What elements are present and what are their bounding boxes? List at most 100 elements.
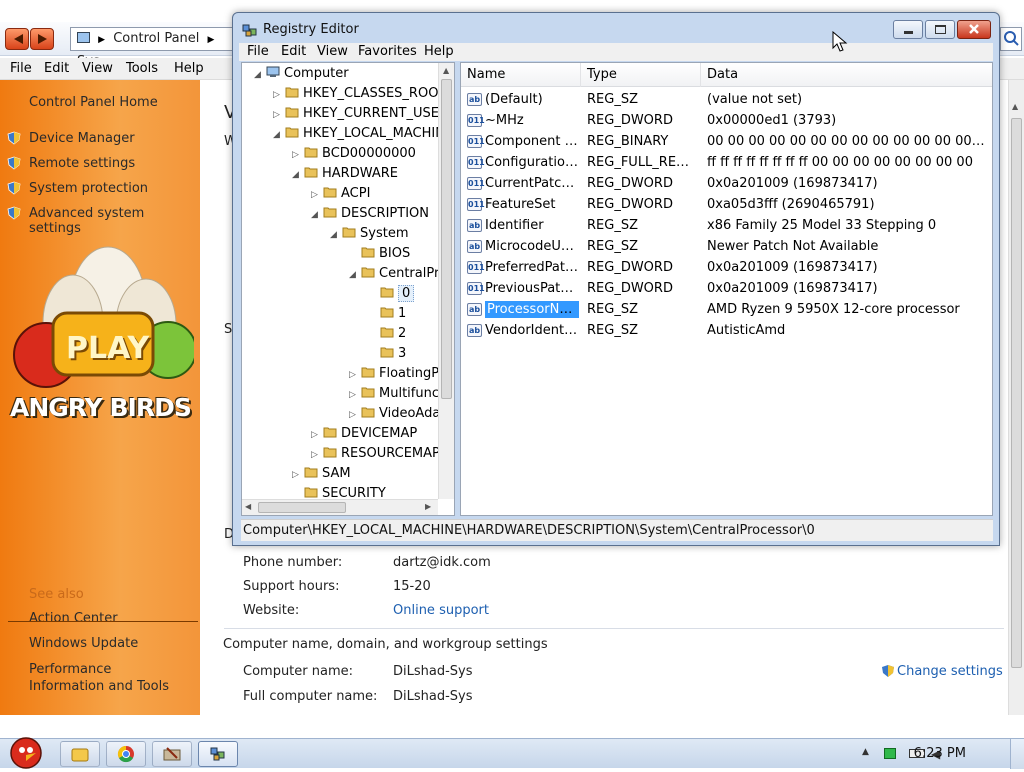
show-desktop-button[interactable] <box>1010 739 1024 769</box>
table-row[interactable]: ab (Default) REG_SZ (value not set) <box>461 89 992 110</box>
expand-arrow-icon[interactable]: ◢ <box>349 265 359 285</box>
menu-view[interactable]: View <box>82 61 113 76</box>
menu-file[interactable]: File <box>247 44 269 59</box>
tree-node[interactable]: 0 <box>368 284 415 304</box>
taskbar-clock[interactable]: 6:23 PM <box>914 746 966 761</box>
expand-arrow-icon[interactable]: ◢ <box>273 125 283 145</box>
expand-arrow-icon[interactable]: ◢ <box>292 165 302 185</box>
scroll-up-arrow[interactable]: ▲ <box>443 66 449 75</box>
scroll-thumb[interactable] <box>258 502 346 513</box>
tree-node[interactable]: ◢ Computer <box>254 64 349 84</box>
tree-node[interactable]: ◢ HARDWARE <box>292 164 398 184</box>
forward-button[interactable] <box>30 28 54 50</box>
control-panel-home-link[interactable]: Control Panel Home <box>29 95 158 110</box>
tree-node[interactable]: ▷ HKEY_CLASSES_ROOT <box>273 84 446 104</box>
tree-node[interactable]: BIOS <box>349 244 410 264</box>
column-header-data[interactable]: Data <box>701 63 992 87</box>
taskbar-explorer-button[interactable] <box>60 741 100 767</box>
table-row[interactable]: 011Configuration Data REG_FULL_RESOURCE_D… <box>461 152 992 173</box>
registry-key-tree[interactable]: ◢ Computer ▷ HKEY_CLASSES_ROOT ▷ HKEY_CURRENT… <box>241 62 455 516</box>
table-row[interactable]: abMicrocodeUpdateStatus REG_SZ Newer Patch… <box>461 236 992 257</box>
expand-arrow-icon[interactable]: ◢ <box>254 65 264 85</box>
registry-values-list[interactable]: Name Type Data ab (Default) REG_SZ (value n… <box>460 62 993 516</box>
table-row[interactable]: 011 FeatureSet REG_DWORD 0xa05d3fff (269046… <box>461 194 992 215</box>
tree-node[interactable]: ◢ DESCRIPTION <box>311 204 429 224</box>
taskbar-regedit-button[interactable] <box>198 741 238 767</box>
back-button[interactable] <box>5 28 29 50</box>
scroll-right-arrow[interactable]: ▶ <box>425 502 431 511</box>
tree-node[interactable]: ▷ DEVICEMAP <box>311 424 417 444</box>
search-button[interactable] <box>1000 27 1022 51</box>
tree-horizontal-scrollbar[interactable]: ◀ ▶ <box>242 499 438 515</box>
expand-arrow-icon[interactable]: ▷ <box>292 465 302 485</box>
action-center-link[interactable]: Action Center <box>29 611 118 626</box>
expand-arrow-icon[interactable]: ◢ <box>311 205 321 225</box>
network-icon[interactable] <box>884 748 896 759</box>
tree-node[interactable]: ▷ HKEY_CURRENT_USER <box>273 104 448 124</box>
show-hidden-icons-arrow[interactable]: ▲ <box>862 747 869 757</box>
menu-help[interactable]: Help <box>424 44 454 59</box>
registry-editor-window[interactable]: Registry Editor File Edit View Favorites… <box>232 12 1000 546</box>
expand-arrow-icon[interactable]: ▷ <box>349 405 359 425</box>
table-row[interactable]: 011 ~MHz REG_DWORD 0x00000ed1 (3793) <box>461 110 992 131</box>
tree-vertical-scrollbar[interactable]: ▲ <box>438 63 454 499</box>
expand-arrow-icon[interactable]: ▷ <box>311 185 321 205</box>
column-header-type[interactable]: Type <box>581 63 701 87</box>
shield-icon <box>7 156 21 170</box>
tree-node[interactable]: ▷ SAM <box>292 464 351 484</box>
table-row[interactable]: 011PreferredPatchLevel REG_DWORD 0x0a20100… <box>461 257 992 278</box>
menu-file[interactable]: File <box>10 61 32 76</box>
value-type: REG_DWORD <box>587 113 673 128</box>
control-panel-scrollbar[interactable]: ▲ <box>1008 80 1024 715</box>
menu-tools[interactable]: Tools <box>126 61 158 76</box>
close-button[interactable] <box>957 20 991 39</box>
system-protection-link[interactable]: System protection <box>29 181 148 196</box>
menu-help[interactable]: Help <box>174 61 204 76</box>
tree-node[interactable]: 3 <box>368 344 406 364</box>
minimize-button[interactable] <box>893 20 923 39</box>
device-manager-link[interactable]: Device Manager <box>29 131 135 146</box>
remote-settings-link[interactable]: Remote settings <box>29 156 135 171</box>
expand-arrow-icon[interactable]: ▷ <box>273 85 283 105</box>
expand-arrow-icon[interactable]: ▷ <box>311 445 321 465</box>
table-row[interactable]: ab VendorIdentifier REG_SZ AutisticAmd <box>461 320 992 341</box>
column-header-name[interactable]: Name <box>461 63 581 87</box>
menu-view[interactable]: View <box>317 44 348 59</box>
expand-arrow-icon[interactable]: ▷ <box>349 365 359 385</box>
start-button[interactable] <box>2 731 48 769</box>
performance-information-link[interactable]: Performance Information and Tools <box>29 661 189 695</box>
expand-arrow-icon[interactable]: ▷ <box>292 145 302 165</box>
expand-arrow-icon[interactable]: ▷ <box>311 425 321 445</box>
taskbar-app-button[interactable] <box>152 741 192 767</box>
expand-arrow-icon[interactable]: ◢ <box>330 225 340 245</box>
tree-node[interactable]: 2 <box>368 324 406 344</box>
maximize-button[interactable] <box>925 20 955 39</box>
tree-node[interactable]: ▷ RESOURCEMAP <box>311 444 440 464</box>
tree-node[interactable]: ◢ HKEY_LOCAL_MACHINE <box>273 124 453 144</box>
expand-arrow-icon[interactable]: ▷ <box>273 105 283 125</box>
address-input[interactable]: ▶ Control Panel ▶ Sys <box>70 27 240 69</box>
scroll-thumb[interactable] <box>441 79 452 399</box>
tree-node[interactable]: ◢ System <box>330 224 408 244</box>
change-settings-link[interactable]: Change settings <box>897 664 1003 679</box>
table-row[interactable]: 011PreviousPatchLevel REG_DWORD 0x0a201009… <box>461 278 992 299</box>
scroll-thumb[interactable] <box>1011 118 1022 668</box>
scroll-up-arrow[interactable]: ▲ <box>1012 102 1018 111</box>
advanced-system-settings-link[interactable]: Advanced system settings <box>29 206 200 236</box>
menu-edit[interactable]: Edit <box>44 61 69 76</box>
table-row[interactable]: abProcessorNameString REG_SZ AMD Ryzen 9 5… <box>461 299 992 320</box>
breadcrumb-control-panel[interactable]: Control Panel <box>113 31 199 46</box>
tree-node[interactable]: ▷ ACPI <box>311 184 370 204</box>
table-row[interactable]: 011Component Information REG_BINARY 00 00 … <box>461 131 992 152</box>
tree-node[interactable]: 1 <box>368 304 406 324</box>
tree-node[interactable]: ▷ BCD00000000 <box>292 144 416 164</box>
windows-update-link[interactable]: Windows Update <box>29 636 138 651</box>
scroll-left-arrow[interactable]: ◀ <box>245 502 251 511</box>
menu-favorites[interactable]: Favorites <box>358 44 417 59</box>
taskbar-chrome-button[interactable] <box>106 741 146 767</box>
menu-edit[interactable]: Edit <box>281 44 306 59</box>
online-support-link[interactable]: Online support <box>393 603 489 618</box>
table-row[interactable]: ab Identifier REG_SZ x86 Family 25 Model 33… <box>461 215 992 236</box>
table-row[interactable]: 011CurrentPatchLevel REG_DWORD 0x0a201009 … <box>461 173 992 194</box>
expand-arrow-icon[interactable]: ▷ <box>349 385 359 405</box>
